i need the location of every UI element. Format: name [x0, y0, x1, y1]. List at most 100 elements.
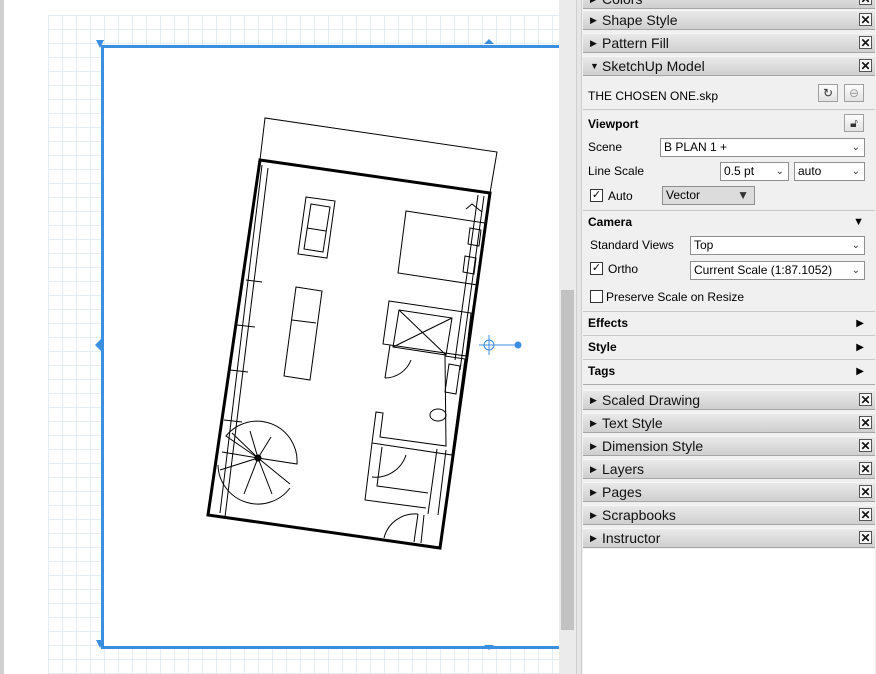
- chevron-down-icon: ⌄: [851, 240, 860, 251]
- document-canvas[interactable]: [0, 0, 576, 674]
- tray-scrapbooks[interactable]: ▶ Scrapbooks ✕: [583, 505, 875, 525]
- tray-title: Pages: [602, 484, 642, 500]
- section-title: Tags: [588, 364, 616, 378]
- chevron-down-icon: ⌄: [775, 166, 784, 177]
- chevron-down-icon: ⌄: [851, 142, 860, 153]
- tray-instructor[interactable]: ▶ Instructor ✕: [583, 528, 875, 548]
- divider: [583, 384, 875, 385]
- tray-title: Scaled Drawing: [602, 392, 701, 408]
- handle-bottom-left[interactable]: [96, 640, 104, 648]
- balcony-outline: [259, 117, 498, 194]
- tray-title: Layers: [602, 461, 645, 477]
- selection-handles[interactable]: [95, 39, 494, 650]
- ortho-checkbox[interactable]: ✓: [590, 262, 603, 275]
- close-icon[interactable]: ✕: [859, 59, 872, 72]
- scene-select[interactable]: B PLAN 1 + ⌄: [660, 138, 865, 157]
- handle-top-left[interactable]: [96, 40, 104, 48]
- viewport-heading: Viewport: [588, 117, 639, 131]
- section-title: Effects: [588, 316, 629, 330]
- handle-top-mid[interactable]: [484, 39, 494, 44]
- chevron-down-icon: ⌄: [851, 265, 860, 276]
- close-icon[interactable]: ✕: [859, 393, 872, 406]
- tray-title: Shape Style: [602, 12, 678, 28]
- ortho-label: Ortho: [608, 262, 639, 276]
- chevron-down-icon: ⌄: [851, 166, 860, 177]
- close-icon[interactable]: ✕: [859, 508, 872, 521]
- model-file-name: THE CHOSEN ONE.skp: [588, 89, 719, 103]
- collapsed-triangle-icon: ▶: [856, 342, 864, 353]
- default-tray-panel: ▶ Colors ✕ ▶ Shape Style ✕ ▶ Pattern Fil…: [582, 0, 876, 674]
- render-mode-value: Vector: [666, 188, 701, 202]
- close-icon[interactable]: ✕: [859, 462, 872, 475]
- tray-layers[interactable]: ▶ Layers ✕: [583, 459, 875, 479]
- divider: [583, 109, 875, 110]
- unlink-reference-button[interactable]: ⊖: [844, 84, 864, 102]
- collapsed-triangle-icon: ▶: [590, 395, 597, 405]
- rotation-grip[interactable]: [514, 341, 522, 349]
- standard-views-label: Standard Views: [590, 238, 674, 252]
- handle-bottom-mid[interactable]: [484, 645, 494, 650]
- expanded-triangle-icon: ▼: [590, 61, 599, 71]
- section-effects[interactable]: Effects ▶: [582, 312, 876, 336]
- section-title: Style: [588, 340, 617, 354]
- tray-title: Scrapbooks: [602, 507, 676, 523]
- sofa: [297, 196, 336, 259]
- check-icon: ✓: [591, 189, 602, 201]
- handle-mid-left[interactable]: [95, 339, 101, 351]
- close-icon[interactable]: ✕: [859, 531, 872, 544]
- line-scale-mode-select[interactable]: auto ⌄: [794, 162, 865, 181]
- rotation-handle[interactable]: [479, 335, 522, 355]
- scale-select[interactable]: Current Scale (1:87.1052) ⌄: [690, 261, 865, 280]
- preserve-scale-label: Preserve Scale on Resize: [606, 290, 745, 304]
- divider: [583, 210, 875, 211]
- line-scale-select[interactable]: 0.5 pt ⌄: [720, 162, 789, 181]
- tray-empty-area: [583, 549, 875, 674]
- collapsed-triangle-icon: ▶: [856, 366, 864, 377]
- auto-render-label: Auto: [608, 189, 633, 203]
- scene-value: B PLAN 1 +: [664, 140, 728, 154]
- camera-heading: Camera: [588, 215, 633, 229]
- tray-title: SketchUp Model: [602, 58, 705, 74]
- collapsed-triangle-icon: ▶: [590, 510, 597, 520]
- render-mode-select[interactable]: Vector ▼: [662, 186, 755, 205]
- tray-title: Pattern Fill: [602, 35, 669, 51]
- update-reference-button[interactable]: ↻: [818, 84, 838, 102]
- tray-pages[interactable]: ▶ Pages ✕: [583, 482, 875, 502]
- tray-colors[interactable]: ▶ Colors ✕: [583, 0, 875, 9]
- caret-down-icon: ▼: [737, 188, 749, 202]
- tray-title: Text Style: [602, 415, 663, 431]
- tray-shape-style[interactable]: ▶ Shape Style ✕: [583, 10, 875, 30]
- close-icon[interactable]: ✕: [859, 439, 872, 452]
- tray-sketchup-model[interactable]: ▼ SketchUp Model ✕: [583, 56, 875, 76]
- expanded-triangle-icon[interactable]: ▼: [853, 216, 864, 228]
- section-style[interactable]: Style ▶: [582, 336, 876, 360]
- canvas-vertical-scrollbar[interactable]: [559, 0, 576, 674]
- close-icon[interactable]: ✕: [859, 0, 872, 5]
- tray-text-style[interactable]: ▶ Text Style ✕: [583, 413, 875, 433]
- collapsed-triangle-icon: ▶: [590, 15, 597, 25]
- sketchup-viewport-drawing[interactable]: [0, 0, 576, 674]
- link-icon: ⊖: [848, 86, 860, 100]
- scene-label: Scene: [588, 140, 623, 154]
- close-icon[interactable]: ✕: [859, 36, 872, 49]
- close-icon[interactable]: ✕: [859, 416, 872, 429]
- collapsed-triangle-icon: ▶: [590, 418, 597, 428]
- collapsed-triangle-icon: ▶: [590, 38, 597, 48]
- tray-dimension-style[interactable]: ▶ Dimension Style ✕: [583, 436, 875, 456]
- scrollbar-thumb[interactable]: [561, 290, 574, 630]
- tray-title: Dimension Style: [602, 438, 704, 454]
- preserve-scale-checkbox[interactable]: [590, 290, 603, 303]
- close-icon[interactable]: ✕: [859, 485, 872, 498]
- floor-plan: [206, 117, 498, 550]
- tray-scaled-drawing[interactable]: ▶ Scaled Drawing ✕: [583, 390, 875, 410]
- lock-viewport-button[interactable]: 🔓︎: [844, 114, 864, 132]
- tray-pattern-fill[interactable]: ▶ Pattern Fill ✕: [583, 33, 875, 53]
- auto-render-checkbox[interactable]: ✓: [590, 189, 603, 202]
- close-icon[interactable]: ✕: [859, 13, 872, 26]
- check-icon: ✓: [591, 262, 602, 274]
- standard-views-select[interactable]: Top ⌄: [690, 236, 865, 255]
- line-scale-label: Line Scale: [588, 164, 645, 178]
- collapsed-triangle-icon: ▶: [590, 0, 597, 9]
- lower-rooms: [364, 442, 447, 544]
- section-tags[interactable]: Tags ▶: [582, 360, 876, 384]
